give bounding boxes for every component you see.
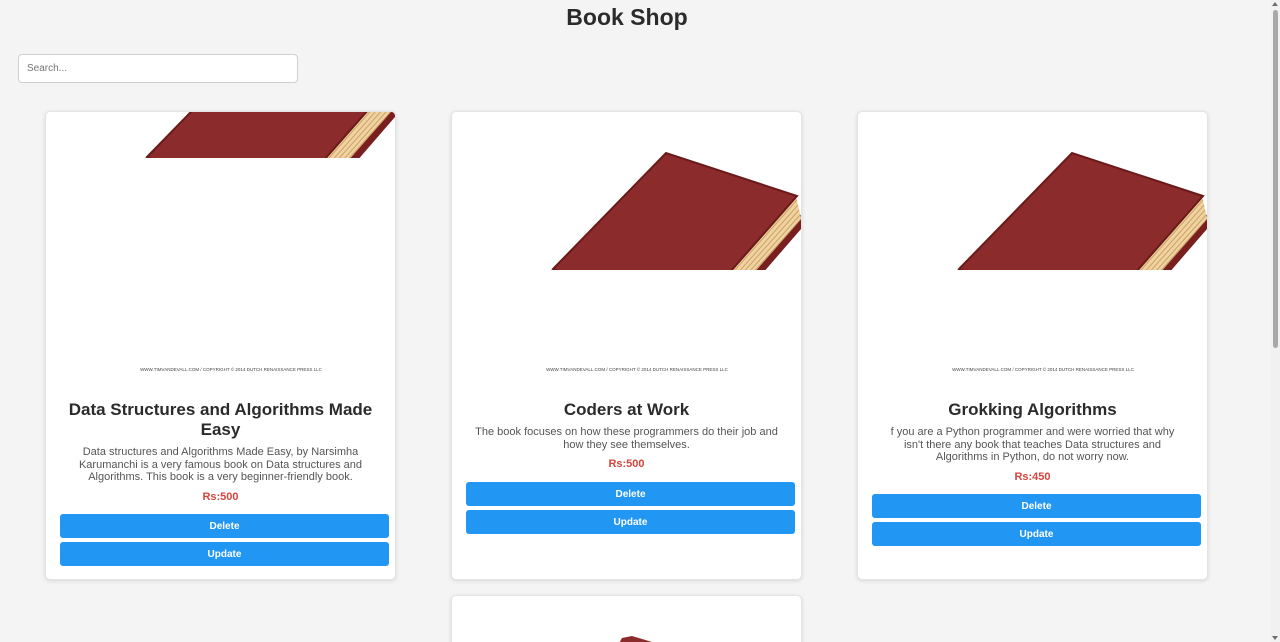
delete-button[interactable]: Delete [466,482,795,506]
image-caption: WWW.TIMVANDEVALL.COM / COPYRIGHT © 2014 … [140,366,323,372]
image-caption: WWW.TIMVANDEVALL.COM / COPYRIGHT © 2014 … [546,366,729,372]
book-price: Rs:500 [202,491,239,503]
book-cover-image [619,636,652,642]
delete-button[interactable]: Delete [872,494,1201,518]
book-card [451,595,802,642]
update-button[interactable]: Update [60,542,389,566]
delete-button[interactable]: Delete [60,514,389,538]
page-title: Book Shop [566,4,688,30]
book-description: The book focuses on how these programmer… [475,426,778,451]
book-cover-image: WWW.TIMVANDEVALL.COM / COPYRIGHT © 2014 … [46,112,395,382]
book-price: Rs:500 [608,458,645,470]
book-shop-page: Book Shop WWW.TIMVANDEVALL.COM / COPYRIG… [0,0,1280,642]
book-description: f you are a Python programmer and were w… [890,426,1175,463]
book-cover-image: WWW.TIMVANDEVALL.COM / COPYRIGHT © 2014 … [452,112,801,382]
book-cover-image: WWW.TIMVANDEVALL.COM / COPYRIGHT © 2014 … [858,112,1207,382]
image-caption: WWW.TIMVANDEVALL.COM / COPYRIGHT © 2014 … [952,366,1135,372]
update-button[interactable]: Update [466,510,795,534]
book-title: Grokking Algorithms [948,400,1117,419]
scrollbar-thumb[interactable] [1273,10,1278,348]
search-input[interactable] [18,54,298,83]
scroll-down-icon[interactable] [1272,636,1278,640]
scroll-up-icon[interactable] [1272,2,1278,6]
book-card: WWW.TIMVANDEVALL.COM / COPYRIGHT © 2014 … [451,111,802,580]
book-card: WWW.TIMVANDEVALL.COM / COPYRIGHT © 2014 … [857,111,1208,580]
update-button[interactable]: Update [872,522,1201,546]
vertical-scrollbar[interactable] [1271,0,1280,642]
book-title: Coders at Work [563,400,690,419]
book-description: Data structures and Algorithms Made Easy… [78,446,363,483]
book-title: Data Structures and Algorithms Made Easy [68,400,373,439]
book-price: Rs:450 [1014,471,1051,483]
book-card: WWW.TIMVANDEVALL.COM / COPYRIGHT © 2014 … [45,111,396,580]
